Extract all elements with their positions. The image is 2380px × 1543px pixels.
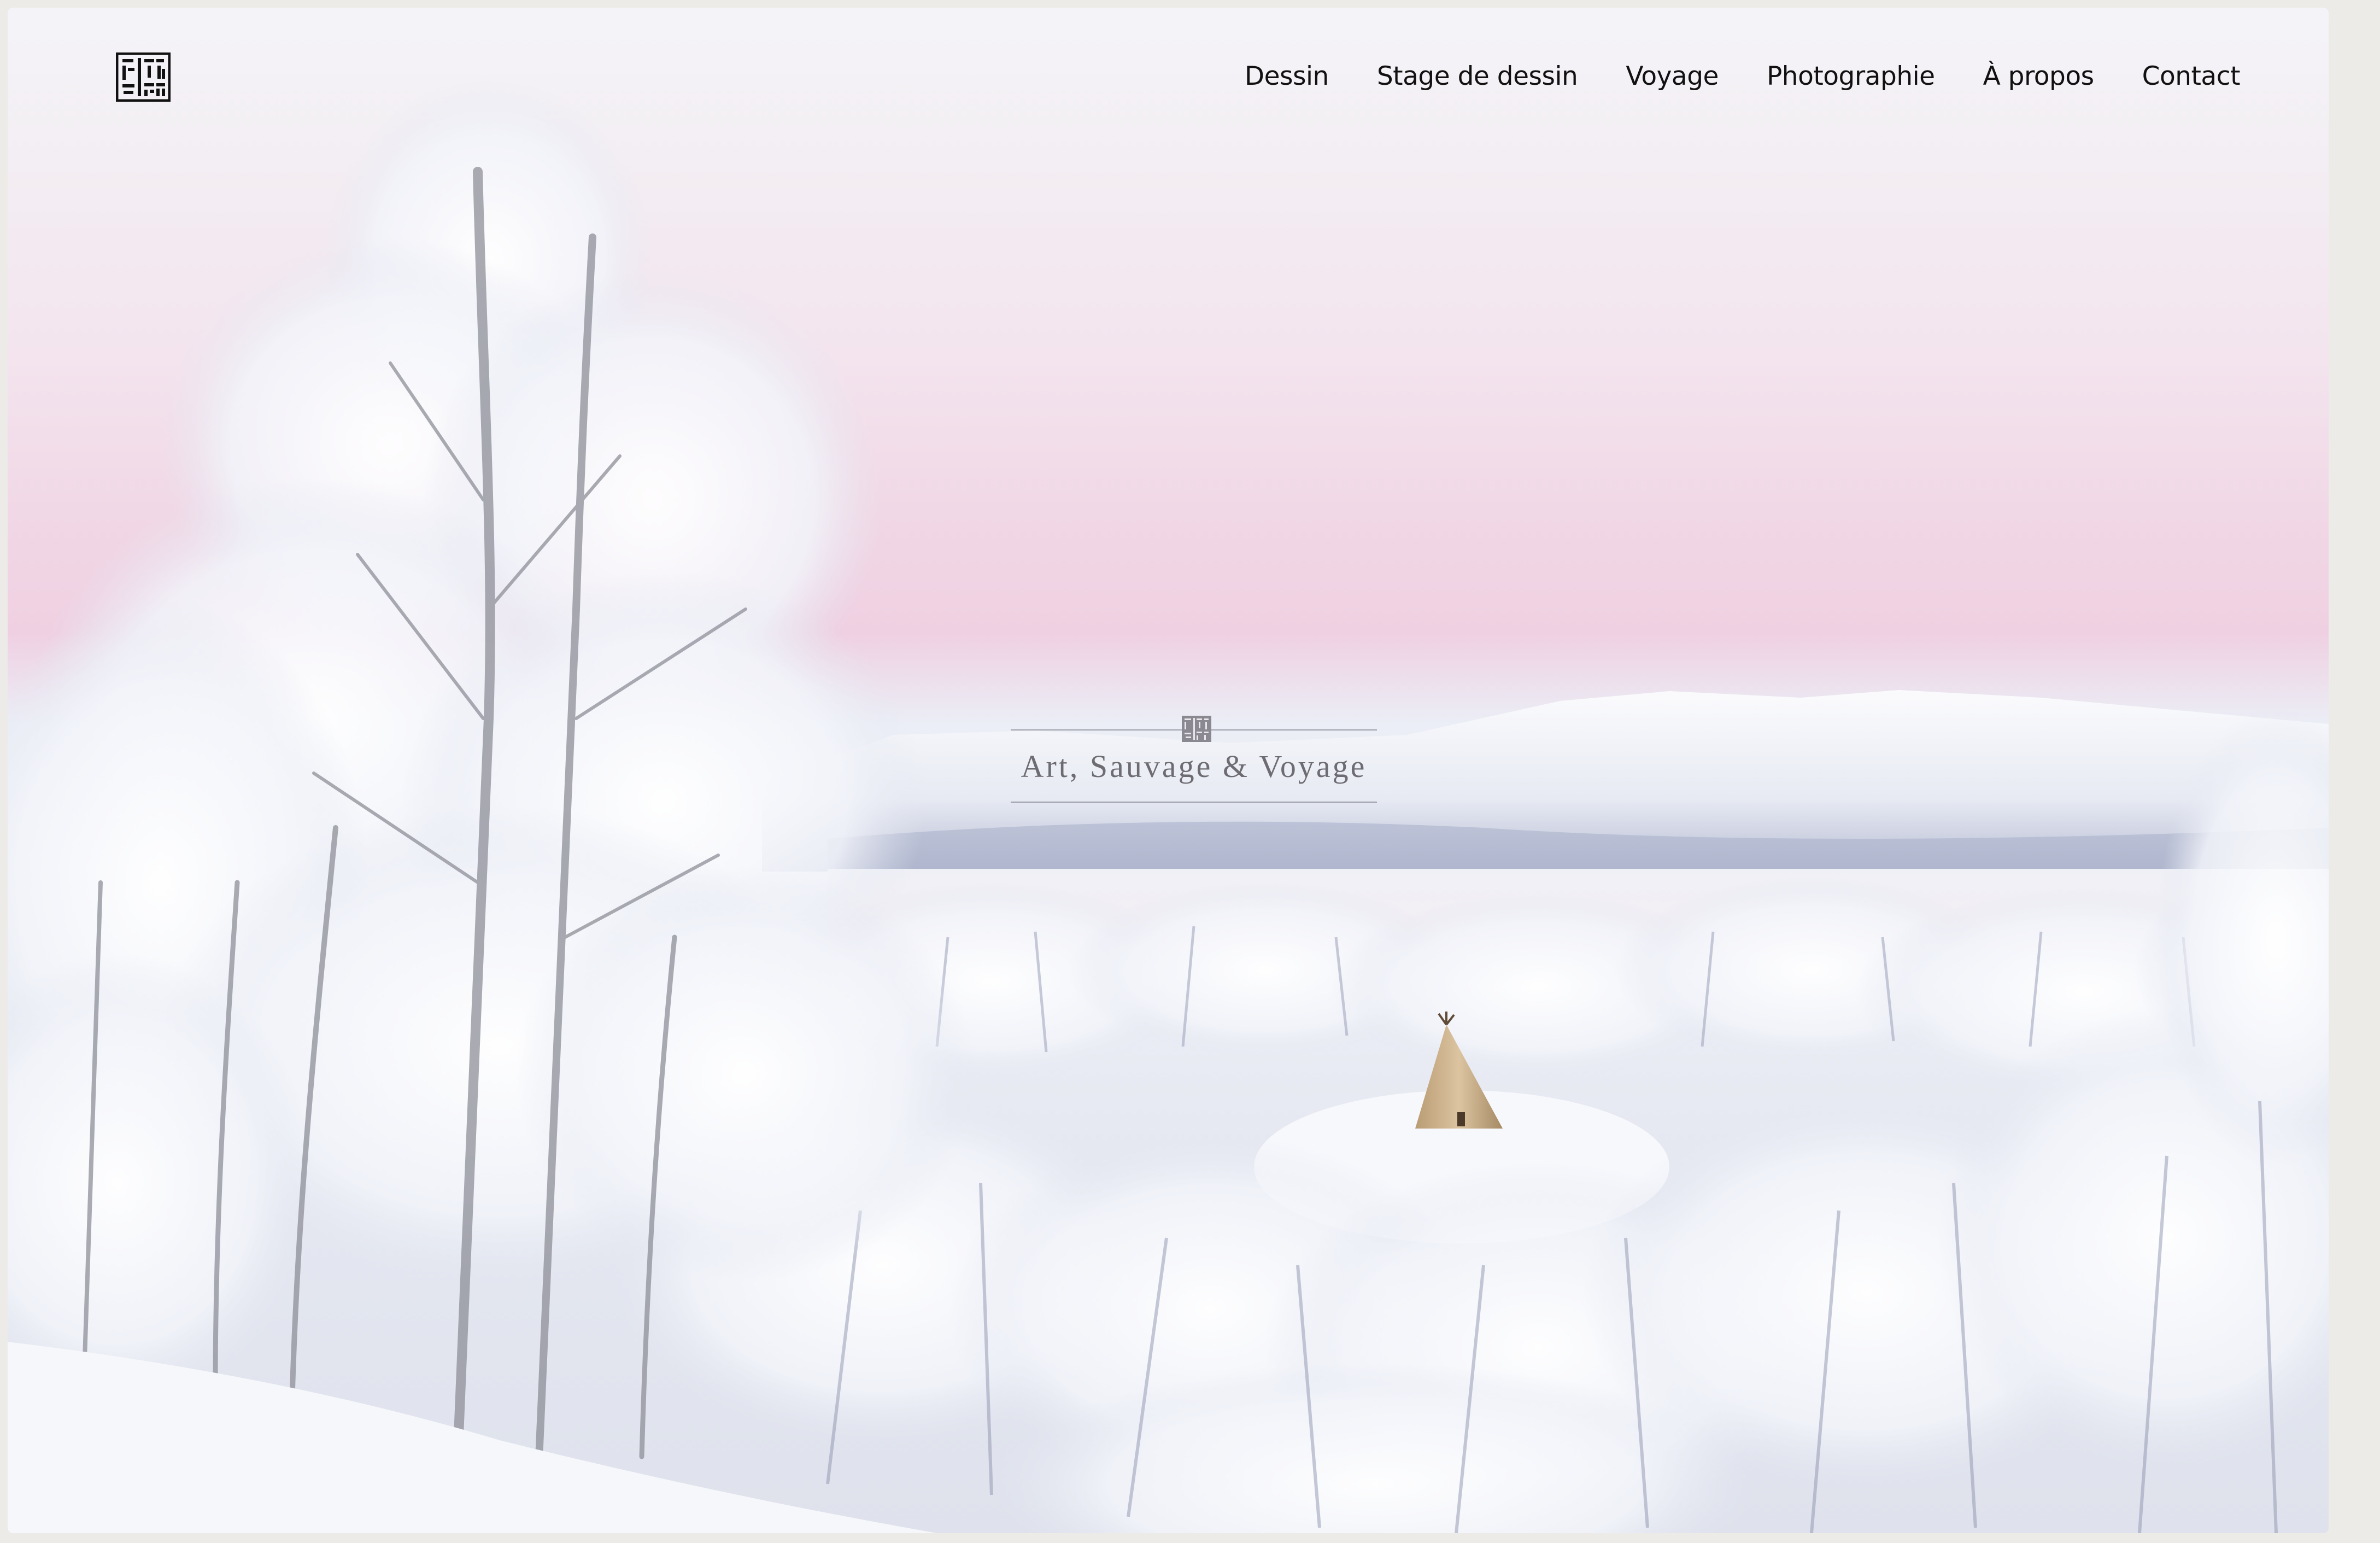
nav-item-a-propos[interactable]: À propos xyxy=(1983,61,2095,91)
nav-item-stage-de-dessin[interactable]: Stage de dessin xyxy=(1377,61,1578,91)
nav-item-contact[interactable]: Contact xyxy=(2142,61,2241,91)
small-seal-icon xyxy=(1181,715,1212,743)
site-tagline-block: Art, Sauvage & Voyage xyxy=(1003,709,1385,818)
main-navigation: Dessin Stage de dessin Voyage Photograph… xyxy=(1245,61,2241,91)
nav-item-dessin[interactable]: Dessin xyxy=(1245,61,1329,91)
seal-logo-icon[interactable] xyxy=(115,52,171,102)
nav-item-photographie[interactable]: Photographie xyxy=(1767,61,1935,91)
site-tagline: Art, Sauvage & Voyage xyxy=(1021,749,1367,784)
nav-item-voyage[interactable]: Voyage xyxy=(1626,61,1719,91)
hero-section: Dessin Stage de dessin Voyage Photograph… xyxy=(8,8,2329,1533)
divider-bottom xyxy=(1011,802,1377,803)
